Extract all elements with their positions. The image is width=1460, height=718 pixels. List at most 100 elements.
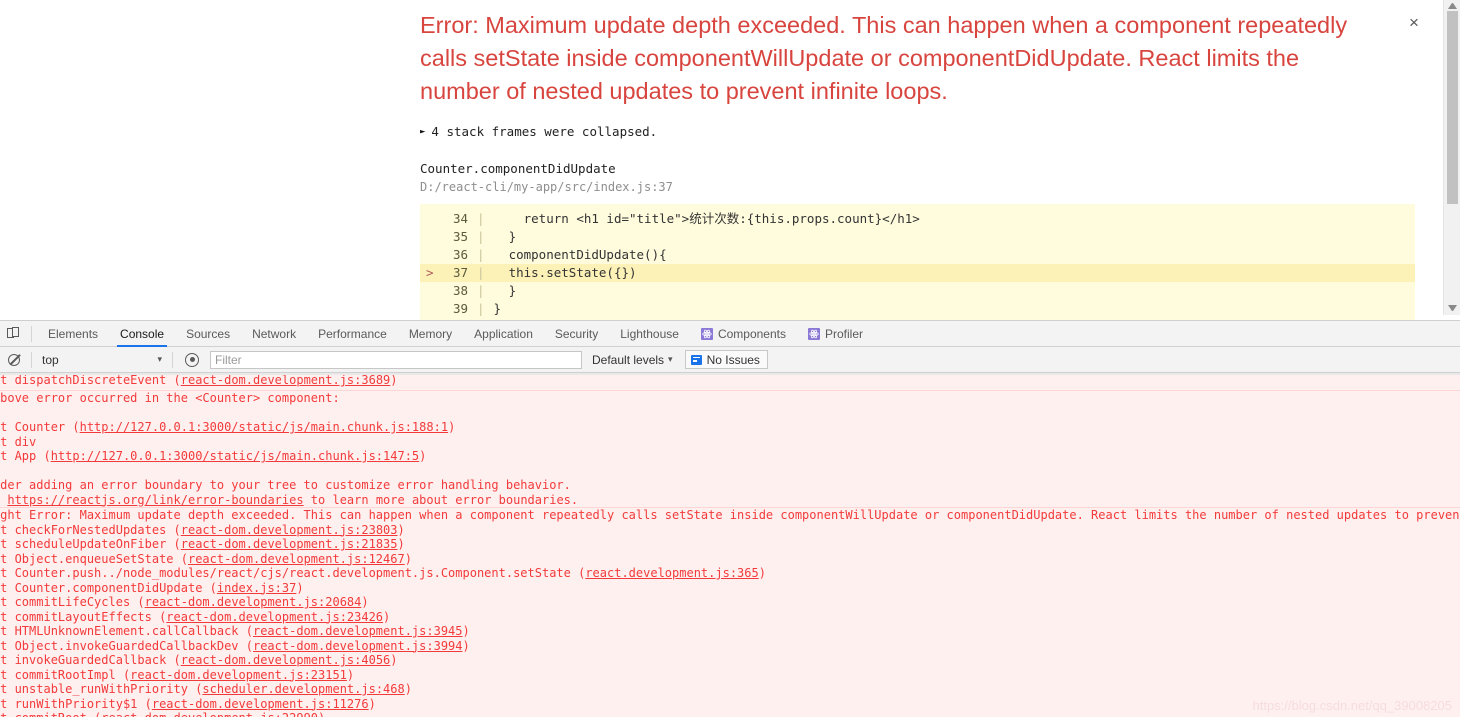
execution-context-select[interactable]: top ▾ [37,350,167,370]
tab-label: Profiler [825,326,864,341]
dock-panel-glyph [6,327,20,340]
tab-profiler[interactable]: Profiler [797,321,874,347]
tab-security[interactable]: Security [544,321,609,347]
tab-lighthouse[interactable]: Lighthouse [609,321,690,347]
clear-console-icon[interactable] [2,348,26,372]
source-link[interactable]: react-dom.development.js:23426 [166,610,383,624]
chevron-down-icon: ▾ [157,354,162,364]
source-link[interactable]: react-dom.development.js:20684 [145,595,362,609]
tab-label: Lighthouse [620,326,679,341]
code-gutter-bar: | [477,247,485,262]
source-link[interactable]: react-dom.development.js:23803 [181,523,398,537]
tab-components[interactable]: Components [690,321,797,347]
console-error-message[interactable]: The above error occurred in the <Counter… [0,391,1460,508]
divider [31,325,32,342]
error-overlay-content: Error: Maximum update depth exceeded. Th… [420,0,1419,320]
source-link[interactable]: http://127.0.0.1:3000/static/js/main.chu… [80,420,448,434]
tab-label: Components [717,326,786,341]
console-line: at div [0,434,37,449]
console-line: at invokeGuardedCallback (react-dom.deve… [0,653,398,667]
console-toolbar: top ▾ Default levels ▾ No Issues [0,347,1460,373]
tab-performance[interactable]: Performance [307,321,398,347]
source-link[interactable]: react-dom.development.js:11276 [152,697,369,711]
source-link[interactable]: react-dom.development.js:22990 [101,711,318,717]
log-level-select[interactable]: Default levels ▾ [592,353,673,367]
console-line: at runWithPriority$1 (react-dom.developm… [0,696,376,711]
source-link[interactable]: react-dom.development.js:23151 [130,668,347,682]
tab-console[interactable]: Console [109,321,175,347]
code-line-text: componentDidUpdate(){ [493,247,667,262]
source-link[interactable]: react-dom.development.js:3945 [253,624,463,638]
scroll-down-arrow-icon[interactable] [1448,305,1457,311]
issues-button[interactable]: No Issues [684,350,768,369]
source-link[interactable]: https://reactjs.org/link/error-boundarie… [7,493,303,507]
ban-glyph [8,353,20,366]
console-line: at dispatchDiscreteEvent (react-dom.deve… [0,375,398,387]
stack-frame-location[interactable]: D:/react-cli/my-app/src/index.js:37 [420,180,1410,194]
code-line-number: 38 [452,283,468,298]
code-gutter-bar: | [477,283,485,298]
collapsed-stack-frames-toggle[interactable]: ► 4 stack frames were collapsed. [420,124,1410,139]
console-message-list[interactable]: at dispatchDiscreteEvent (react-dom.deve… [0,373,1460,717]
source-link[interactable]: react-dom.development.js:4056 [181,653,391,667]
source-link[interactable]: react-dom.development.js:3994 [253,639,463,653]
tab-label: Network [252,326,297,341]
code-line: >37 | this.setState({}) [420,264,1415,282]
source-link[interactable]: index.js:37 [217,581,296,595]
eye-glyph [185,352,199,367]
console-line: at commitRoot (react-dom.development.js:… [0,711,1424,717]
code-line-number: 34 [452,211,468,226]
tab-label: Performance [318,326,387,341]
code-line: 38 | } [420,282,1415,300]
react-error-overlay: Error: Maximum update depth exceeded. Th… [0,0,1460,320]
devtools-tabbar: Elements Console Sources Network Performance… [0,321,1460,347]
source-link[interactable]: scheduler.development.js:468 [202,682,404,696]
tab-elements[interactable]: Elements [37,321,109,347]
console-line: Consider adding an error boundary to you… [0,478,571,492]
console-message-body: Uncaught Error: Maximum update depth exc… [0,508,1460,717]
code-line: 35 | } [420,228,1415,246]
tab-application[interactable]: Application [463,321,544,347]
react-logo-icon [700,327,713,340]
console-error-message[interactable]: at dispatchDiscreteEvent (react-dom.deve… [0,375,1460,391]
divider [172,351,173,368]
devtools-panel: Elements Console Sources Network Performance… [0,320,1460,718]
source-link[interactable]: react.development.js:365 [585,566,758,580]
error-title: Error: Maximum update depth exceeded. Th… [420,12,1348,104]
tab-memory[interactable]: Memory [398,321,463,347]
console-filter-input[interactable] [210,350,582,369]
source-link[interactable]: http://127.0.0.1:3000/static/js/main.chu… [51,449,419,463]
stack-frame-function: Counter.componentDidUpdate [420,161,616,176]
scroll-up-arrow-icon[interactable] [1448,3,1457,9]
code-line-text: } [493,283,517,298]
overlay-scrollbar[interactable] [1443,0,1460,315]
source-link[interactable]: react-dom.development.js:12467 [188,552,405,566]
console-line: at Counter.push../node_modules/react/cjs… [0,566,766,580]
console-line: at commitLayoutEffects (react-dom.develo… [0,609,391,624]
dock-panel-icon[interactable] [0,321,26,347]
console-line: at commitLifeCycles (react-dom.developme… [0,595,369,609]
code-line-text: } [493,229,517,244]
console-line: at unstable_runWithPriority (scheduler.d… [0,682,412,696]
chevron-down-icon: ▾ [668,354,673,364]
live-expression-eye-icon[interactable] [181,349,203,371]
tab-network[interactable]: Network [241,321,307,347]
tab-label: Sources [186,326,231,341]
source-link[interactable]: react-dom.development.js:3689 [181,375,391,387]
code-gutter [420,210,442,228]
code-gutter [420,228,442,246]
execution-context-value: top [42,352,59,367]
divider [31,351,32,368]
tab-label: Console [120,326,165,341]
active-line-arrow-icon: > [426,265,434,280]
console-message-body: The above error occurred in the <Counter… [0,391,1424,507]
code-line: 34 | return <h1 id="title">统计次数:{this.pro… [420,210,1415,228]
code-gutter-bar: | [477,301,485,316]
scrollbar-thumb[interactable] [1447,11,1458,204]
source-link[interactable]: react-dom.development.js:21835 [181,537,398,551]
console-error-message[interactable]: Uncaught Error: Maximum update depth exc… [0,508,1460,717]
tab-sources[interactable]: Sources [175,321,241,347]
tab-label: Memory [408,326,453,341]
close-icon[interactable]: × [1403,13,1425,35]
